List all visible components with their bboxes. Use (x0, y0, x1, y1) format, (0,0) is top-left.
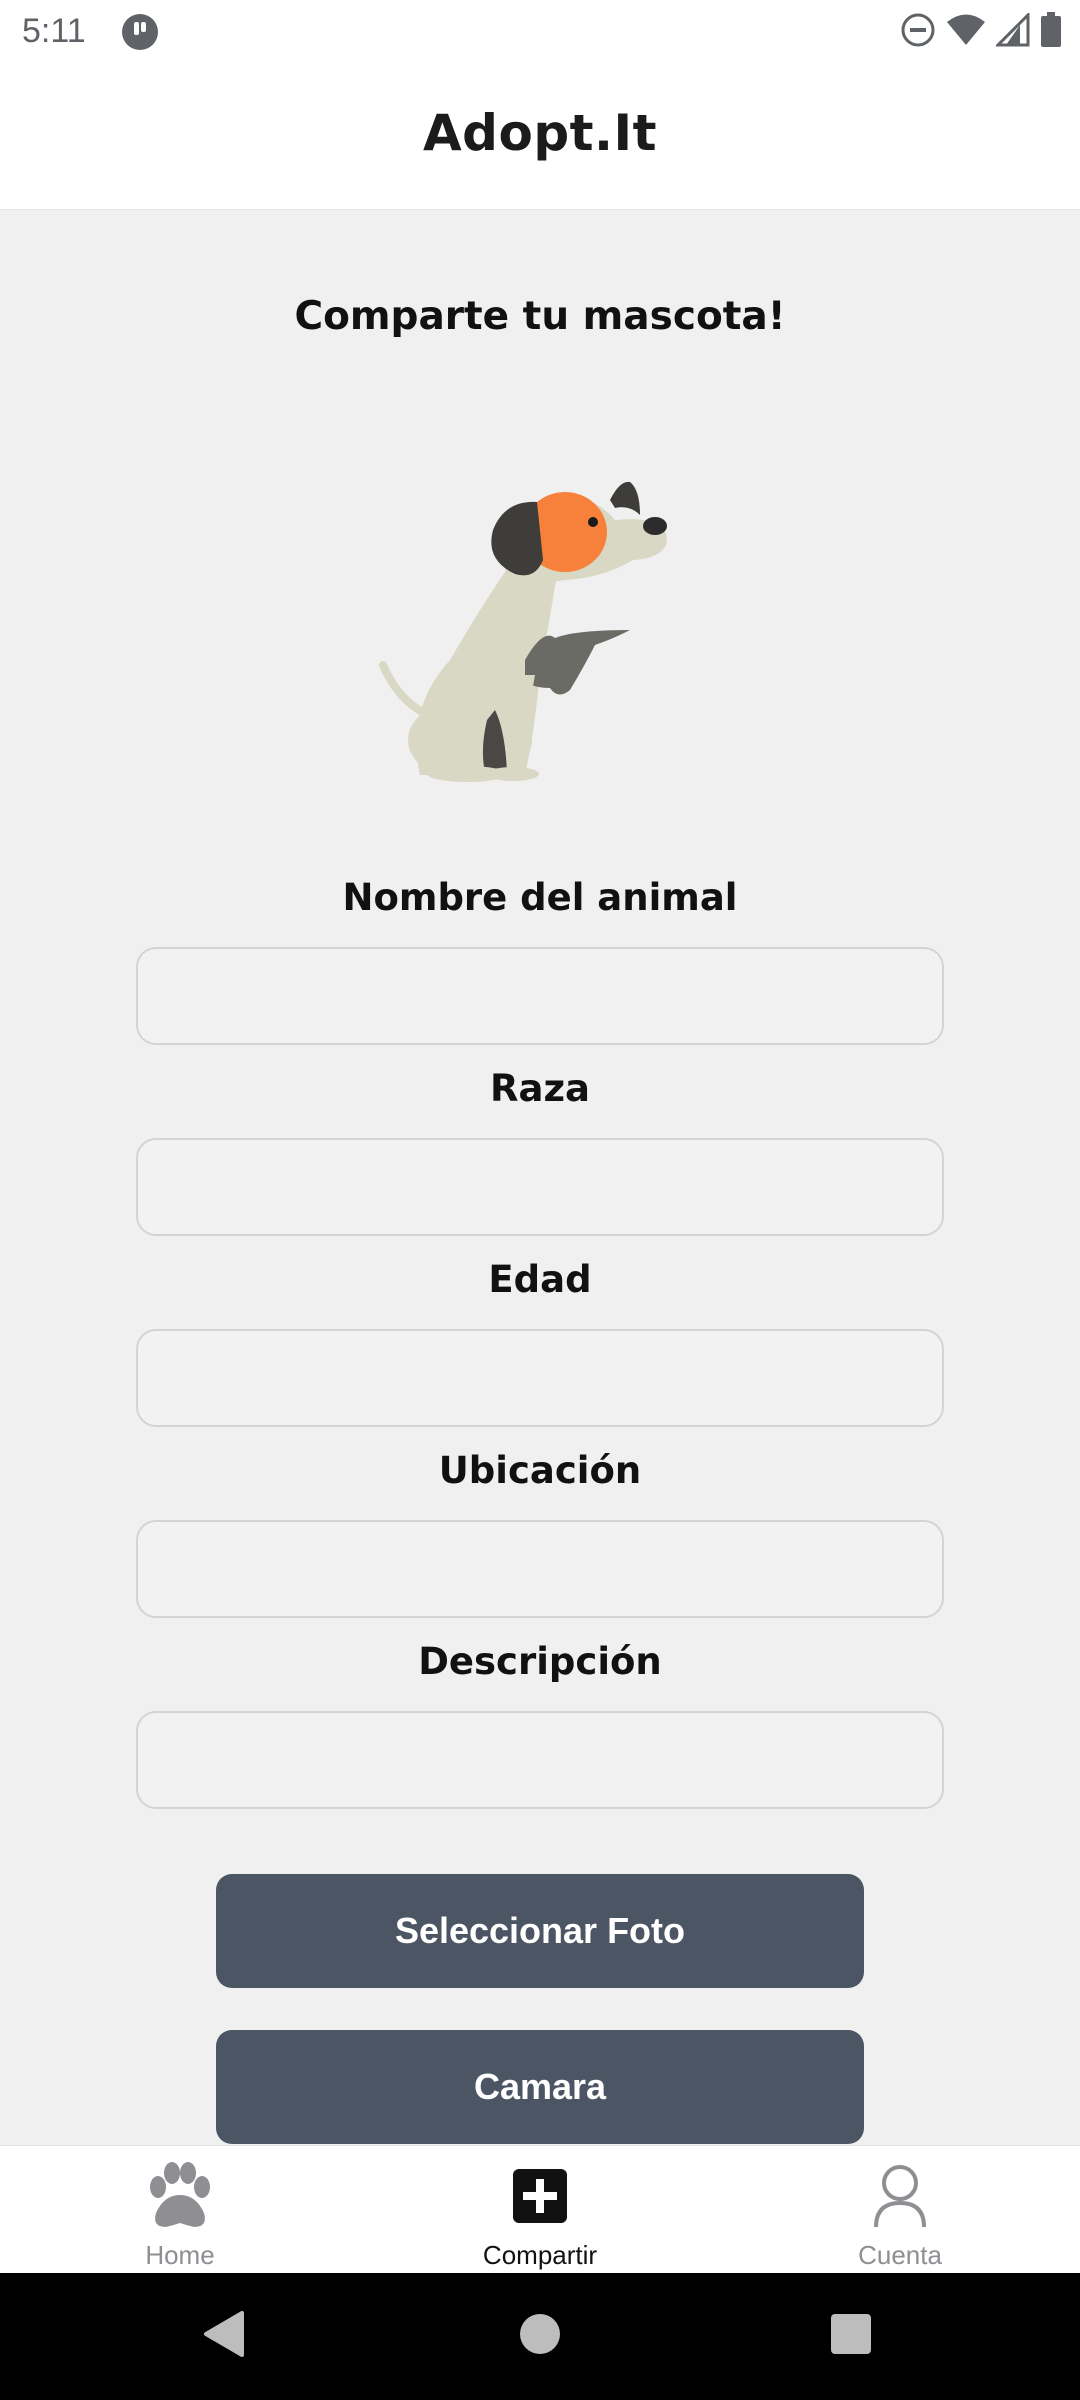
paw-icon (142, 2158, 218, 2234)
home-button[interactable] (507, 2303, 573, 2369)
nav-label-cuenta: Cuenta (858, 2240, 942, 2270)
system-nav-bar (0, 2273, 1080, 2400)
breed-label: Raza (490, 1067, 590, 1110)
app-notification-icon (121, 13, 159, 51)
description-input[interactable] (136, 1711, 944, 1809)
select-photo-button[interactable]: Seleccionar Foto (216, 1874, 864, 1988)
recents-square-icon (829, 2312, 873, 2361)
page-title: Comparte tu mascota! (294, 294, 786, 339)
age-input[interactable] (136, 1329, 944, 1427)
cell-signal-icon (994, 10, 1030, 52)
nav-item-cuenta[interactable]: Cuenta (720, 2146, 1080, 2273)
app-header: Adopt.It (0, 64, 1080, 210)
status-time: 5:11 (22, 12, 86, 50)
location-label: Ubicación (438, 1449, 642, 1492)
nav-label-compartir: Compartir (482, 2240, 598, 2270)
share-pet-form: Comparte tu mascota! Nombre del animal R… (0, 210, 1080, 2145)
dog-illustration (375, 460, 675, 790)
do-not-disturb-icon (900, 12, 936, 53)
recents-button[interactable] (818, 2303, 884, 2369)
breed-input[interactable] (136, 1138, 944, 1236)
battery-icon (1040, 11, 1062, 53)
status-icons (900, 10, 1062, 53)
app-title: Adopt.It (422, 104, 658, 162)
animal-name-input[interactable] (136, 947, 944, 1045)
user-icon (862, 2158, 938, 2234)
wifi-icon (946, 13, 986, 52)
camera-button[interactable]: Camara (216, 2030, 864, 2144)
animal-name-label: Nombre del animal (342, 876, 738, 919)
nav-item-home[interactable]: Home (0, 2146, 360, 2273)
plus-square-icon (502, 2158, 578, 2234)
description-label: Descripción (418, 1640, 662, 1683)
back-button[interactable] (190, 2303, 256, 2369)
nav-item-compartir[interactable]: Compartir (360, 2146, 720, 2273)
location-input[interactable] (136, 1520, 944, 1618)
back-triangle-icon (200, 2309, 246, 2364)
status-bar: 5:11 (0, 0, 1080, 64)
bottom-nav: Home Compartir Cuenta (0, 2145, 1080, 2273)
home-circle-icon (518, 2312, 562, 2361)
nav-label-home: Home (145, 2240, 215, 2270)
age-label: Edad (488, 1258, 592, 1301)
